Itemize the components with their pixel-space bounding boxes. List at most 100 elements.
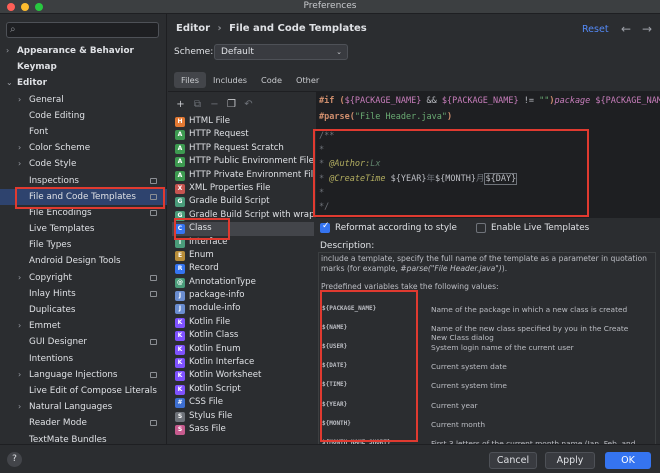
chevron-right-icon[interactable]: ›	[18, 92, 21, 108]
sidebar-item-label: Emmet	[29, 321, 61, 332]
sidebar-item-label: Live Templates	[29, 224, 95, 235]
duplicate-icon[interactable]: ❐	[225, 98, 238, 111]
template-name: XML Properties File	[189, 182, 271, 193]
template-name: Sass File	[189, 423, 226, 434]
breadcrumb-page: File and Code Templates	[229, 23, 367, 34]
sidebar-item[interactable]: ⌄ Editor	[0, 75, 167, 91]
apply-button[interactable]: Apply	[545, 452, 595, 469]
sidebar-item[interactable]: › Appearance & Behavior	[0, 43, 167, 59]
reset-link[interactable]: Reset	[582, 24, 609, 35]
project-scope-icon	[150, 339, 157, 346]
reformat-option[interactable]: Reformat according to style	[320, 221, 457, 233]
template-item[interactable]: E Enum	[172, 249, 314, 262]
breadcrumb: Editor › File and Code Templates	[176, 23, 367, 34]
sidebar-item[interactable]: Duplicates	[0, 302, 167, 318]
sidebar-item-label: Inspections	[29, 175, 80, 186]
template-item[interactable]: A HTTP Request	[172, 128, 314, 141]
tab-code[interactable]: Code	[254, 72, 289, 88]
chevron-down-icon[interactable]: ⌄	[6, 75, 13, 91]
template-item[interactable]: A HTTP Request Scratch	[172, 142, 314, 155]
sidebar-item[interactable]: Inspections	[0, 173, 167, 189]
api-icon: A	[175, 157, 185, 168]
chevron-right-icon[interactable]: ›	[6, 43, 9, 59]
sidebar-item[interactable]: Keymap	[0, 59, 167, 75]
sidebar-item[interactable]: › Emmet	[0, 318, 167, 334]
tab-files[interactable]: Files	[174, 72, 206, 88]
reformat-checkbox[interactable]	[320, 221, 330, 233]
template-code-editor[interactable]: #if (${PACKAGE_NAME} && ${PACKAGE_NAME} …	[316, 92, 660, 218]
sidebar-item[interactable]: Intentions	[0, 351, 167, 367]
help-button[interactable]: ?	[7, 452, 22, 467]
sidebar-item[interactable]: Inlay Hints	[0, 286, 167, 302]
java-file-icon: J	[175, 291, 185, 302]
sidebar-item[interactable]: File and Code Templates	[0, 188, 167, 205]
chevron-right-icon[interactable]: ›	[18, 156, 21, 172]
template-item[interactable]: @ AnnotationType	[172, 276, 314, 289]
template-item[interactable]: K Kotlin File	[172, 316, 314, 329]
template-item[interactable]: # CSS File	[172, 396, 314, 409]
sidebar-item[interactable]: Android Design Tools	[0, 253, 167, 269]
template-item[interactable]: Jmodule-info	[172, 302, 314, 315]
tab-includes[interactable]: Includes	[206, 72, 254, 88]
sidebar-item[interactable]: Code Editing	[0, 108, 167, 124]
template-item[interactable]: K Kotlin Script	[172, 383, 314, 396]
remove-icon[interactable]: −	[208, 98, 221, 111]
chevron-right-icon[interactable]: ›	[18, 270, 21, 286]
chevron-right-icon[interactable]: ›	[18, 399, 21, 415]
breadcrumb-separator: ›	[217, 23, 222, 34]
template-item[interactable]: X XML Properties File	[172, 182, 314, 195]
template-item[interactable]: H HTML File	[172, 115, 314, 128]
template-item[interactable]: S Sass File	[172, 423, 314, 436]
chevron-right-icon[interactable]: ›	[18, 140, 21, 156]
scheme-dropdown[interactable]: Default ⌄	[214, 44, 348, 60]
template-item[interactable]: K Kotlin Enum	[172, 343, 314, 356]
back-arrow-icon[interactable]: ←	[621, 22, 631, 36]
template-item[interactable]: C Class	[172, 222, 314, 236]
template-item[interactable]: R Record	[172, 262, 314, 275]
dialog-footer: ? Cancel Apply OK	[0, 444, 660, 473]
sidebar-item[interactable]: › Color Scheme	[0, 140, 167, 156]
chevron-right-icon[interactable]: ›	[18, 367, 21, 383]
settings-search-input[interactable]: ⌕	[6, 22, 159, 38]
sidebar-item[interactable]: Live Templates	[0, 221, 167, 237]
template-item[interactable]: K Kotlin Worksheet	[172, 369, 314, 382]
template-name: Kotlin Enum	[189, 343, 241, 354]
sidebar-item[interactable]: › Natural Languages	[0, 399, 167, 415]
cancel-button[interactable]: Cancel	[489, 452, 537, 469]
template-item[interactable]: G Gradle Build Script	[172, 195, 314, 208]
sidebar-item-label: Inlay Hints	[29, 288, 76, 299]
xml-icon: X	[175, 183, 185, 194]
breadcrumb-editor[interactable]: Editor	[176, 23, 210, 34]
live-templates-checkbox[interactable]	[476, 223, 486, 233]
sidebar-item[interactable]: › Copyright	[0, 270, 167, 286]
forward-arrow-icon[interactable]: →	[642, 22, 652, 36]
sidebar-item[interactable]: File Encodings	[0, 205, 167, 221]
sidebar-item[interactable]: › Code Style	[0, 156, 167, 172]
sidebar-item[interactable]: Live Edit of Compose Literals	[0, 383, 167, 399]
variable-name: ${NAME}	[322, 324, 348, 332]
sidebar-item[interactable]: › Language Injections	[0, 367, 167, 383]
ok-button[interactable]: OK	[605, 452, 651, 469]
sidebar-item[interactable]: › General	[0, 92, 167, 108]
sidebar-item[interactable]: GUI Designer	[0, 334, 167, 350]
template-item[interactable]: K Kotlin Class	[172, 329, 314, 342]
revert-icon[interactable]: ↶	[242, 98, 255, 111]
template-item[interactable]: G Gradle Build Script with wrapper	[172, 209, 314, 222]
template-item[interactable]: Jpackage-info	[172, 289, 314, 302]
template-item[interactable]: K Kotlin Interface	[172, 356, 314, 369]
tab-other[interactable]: Other	[289, 72, 326, 88]
sidebar-item[interactable]: Reader Mode	[0, 415, 167, 431]
template-item[interactable]: A HTTP Public Environment File	[172, 155, 314, 168]
interface-icon: I	[175, 237, 185, 248]
sass-icon: S	[175, 424, 185, 435]
template-item[interactable]: S Stylus File	[172, 410, 314, 423]
add-icon[interactable]: +	[174, 98, 187, 111]
copy-icon[interactable]: ⧉	[191, 98, 204, 111]
template-item[interactable]: I Interface	[172, 236, 314, 249]
project-scope-icon	[150, 290, 157, 297]
chevron-right-icon[interactable]: ›	[18, 318, 21, 334]
template-item[interactable]: A HTTP Private Environment File	[172, 169, 314, 182]
sidebar-item[interactable]: Font	[0, 124, 167, 140]
live-templates-option[interactable]: Enable Live Templates	[476, 223, 589, 233]
sidebar-item[interactable]: File Types	[0, 237, 167, 253]
